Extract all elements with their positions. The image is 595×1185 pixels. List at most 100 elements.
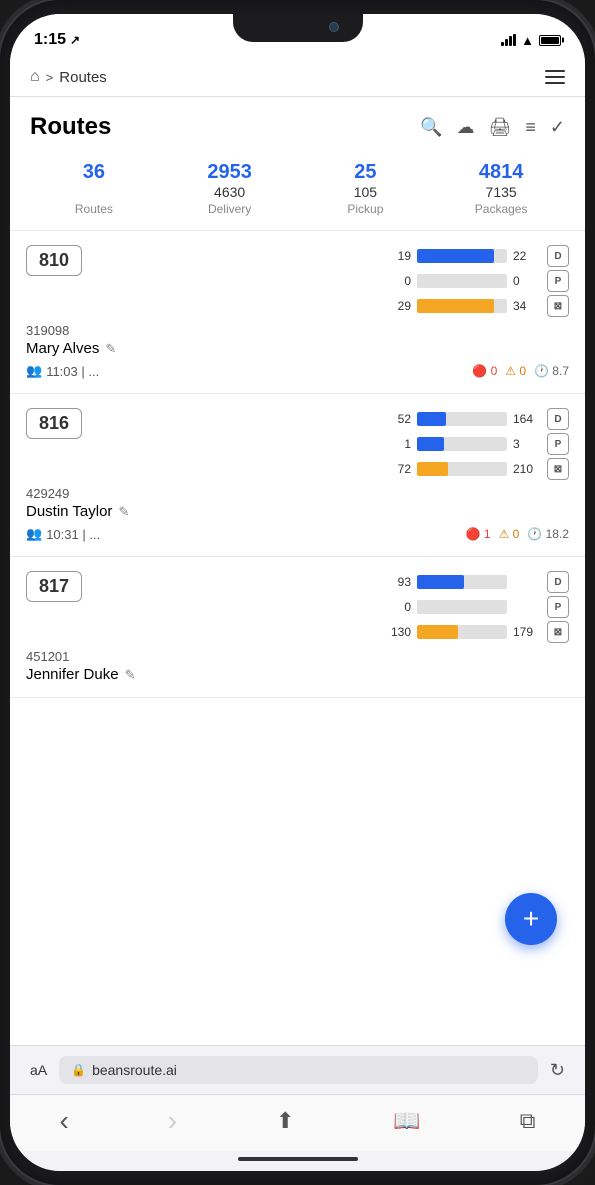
back-button[interactable]: ‹ [59, 1105, 68, 1137]
bar-type-icon: ⊠ [547, 295, 569, 317]
bar-left-num: 130 [387, 625, 411, 639]
bar-row-2-2: 130 179 ⊠ [102, 621, 569, 643]
stat-packages-sub: 7135 [433, 184, 569, 200]
route-meta-row: 👥 10:31 | ... 🔴 1 ⚠ 0 🕐 18.2 [26, 526, 569, 542]
route-name-row: Mary Alves ✎ [26, 340, 569, 357]
route-info: 319098 Mary Alves ✎ 👥 11:03 | ... 🔴 0 ⚠ … [26, 323, 569, 379]
stat-packages: 4814 7135 Packages [433, 161, 569, 216]
tabs-button[interactable]: ⧉ [520, 1108, 536, 1134]
route-name-row: Jennifer Duke ✎ [26, 666, 569, 683]
forward-button[interactable]: › [168, 1105, 177, 1137]
wifi-icon: ▲ [521, 33, 534, 48]
print-icon[interactable]: 🖨 [489, 117, 512, 138]
bar-row-2-0: 93 D [102, 571, 569, 593]
bar-left-num: 0 [387, 600, 411, 614]
filter-icon[interactable]: ≡ [525, 117, 536, 138]
menu-button[interactable] [545, 70, 565, 84]
search-icon[interactable]: 🔍 [420, 117, 442, 138]
browser-bar: aA 🔒 beansroute.ai ↻ [10, 1045, 585, 1094]
route-info: 429249 Dustin Taylor ✎ 👥 10:31 | ... 🔴 1… [26, 486, 569, 542]
bar-left-num: 72 [387, 462, 411, 476]
route-bars: 93 D 0 P 130 [82, 571, 569, 643]
stat-packages-value: 4814 [433, 161, 569, 184]
signal-icon [501, 34, 516, 46]
route-code: 451201 [26, 649, 569, 664]
bar-right-num: 22 [513, 249, 541, 263]
route-id-badge[interactable]: 810 [26, 245, 82, 276]
edit-icon[interactable]: ✎ [118, 504, 129, 520]
route-time-value: 10:31 | ... [46, 527, 100, 542]
stats-grid: 36 0 Routes 2953 4630 Delivery 25 105 Pi… [10, 151, 585, 231]
bar-fill [417, 437, 444, 451]
bar-type-icon: ⊠ [547, 621, 569, 643]
bar-track [417, 299, 507, 313]
stat-routes-value: 36 [26, 161, 162, 184]
stat-routes: 36 0 Routes [26, 161, 162, 216]
bar-type-icon: D [547, 245, 569, 267]
bookmarks-button[interactable]: 📖 [393, 1108, 420, 1134]
home-icon[interactable]: ⌂ [30, 68, 40, 86]
route-card-810: 810 19 22 D 0 0 P [10, 231, 585, 394]
bar-fill [417, 299, 494, 313]
route-name: Mary Alves [26, 340, 99, 357]
bar-row-1-0: 52 164 D [102, 408, 569, 430]
badge-red: 🔴 0 [472, 364, 497, 378]
route-card-817: 817 93 D 0 P [10, 557, 585, 698]
route-badges: 🔴 1 ⚠ 0 🕐 18.2 [466, 527, 569, 541]
font-toggle[interactable]: aA [30, 1062, 47, 1078]
stat-pickup: 25 105 Pickup [298, 161, 434, 216]
reload-icon[interactable]: ↻ [550, 1060, 565, 1081]
share-button[interactable]: ⬆ [276, 1108, 294, 1134]
bar-row-0-1: 0 0 P [102, 270, 569, 292]
bar-right-num: 0 [513, 274, 541, 288]
bar-row-2-1: 0 P [102, 596, 569, 618]
bar-left-num: 0 [387, 274, 411, 288]
stat-pickup-value: 25 [298, 161, 434, 184]
edit-icon[interactable]: ✎ [105, 341, 116, 357]
badge-yellow: ⚠ 0 [499, 527, 520, 541]
url-bar[interactable]: 🔒 beansroute.ai [59, 1056, 538, 1084]
route-badges: 🔴 0 ⚠ 0 🕐 8.7 [472, 364, 569, 378]
bar-right-num: 164 [513, 412, 541, 426]
bar-track [417, 412, 507, 426]
route-id-badge[interactable]: 817 [26, 571, 82, 602]
badge-clock: 🕐 18.2 [527, 527, 569, 541]
bar-fill [417, 412, 446, 426]
route-top: 816 52 164 D 1 3 P [26, 408, 569, 480]
bar-fill [417, 625, 458, 639]
nav-bar: ⌂ > Routes [10, 58, 585, 97]
bar-track [417, 625, 507, 639]
home-indicator [10, 1151, 585, 1171]
phone-frame: 1:15 ↗ ▲ ⌂ > Routes [0, 0, 595, 1185]
route-name-row: Dustin Taylor ✎ [26, 503, 569, 520]
location-arrow-icon: ↗ [70, 33, 80, 47]
route-bars: 19 22 D 0 0 P 29 [82, 245, 569, 317]
bar-left-num: 52 [387, 412, 411, 426]
route-id-badge[interactable]: 816 [26, 408, 82, 439]
route-time: 👥 11:03 | ... [26, 363, 99, 379]
bar-left-num: 1 [387, 437, 411, 451]
cloud-upload-icon[interactable]: ☁ [457, 117, 475, 138]
route-bars: 52 164 D 1 3 P 72 [82, 408, 569, 480]
bar-track [417, 249, 507, 263]
front-camera [329, 22, 339, 32]
bar-left-num: 29 [387, 299, 411, 313]
bar-type-icon: ⊠ [547, 458, 569, 480]
route-card-816: 816 52 164 D 1 3 P [10, 394, 585, 557]
stat-packages-label: Packages [433, 202, 569, 216]
route-top: 810 19 22 D 0 0 P [26, 245, 569, 317]
route-name: Jennifer Duke [26, 666, 119, 683]
route-cards-container: 810 19 22 D 0 0 P [10, 231, 585, 698]
breadcrumb: ⌂ > Routes [30, 68, 107, 86]
url-text: beansroute.ai [92, 1062, 177, 1078]
edit-icon[interactable]: ✎ [125, 667, 136, 683]
route-time-value: 11:03 | ... [46, 364, 99, 379]
stat-delivery-value: 2953 [162, 161, 298, 184]
check-circle-icon[interactable]: ✓ [550, 117, 565, 138]
bar-row-1-1: 1 3 P [102, 433, 569, 455]
bar-type-icon: P [547, 270, 569, 292]
header-icons: 🔍 ☁ 🖨 ≡ ✓ [420, 117, 565, 138]
stat-pickup-sub: 105 [298, 184, 434, 200]
fab-add-button[interactable]: + [505, 893, 557, 945]
lock-icon: 🔒 [71, 1063, 86, 1077]
